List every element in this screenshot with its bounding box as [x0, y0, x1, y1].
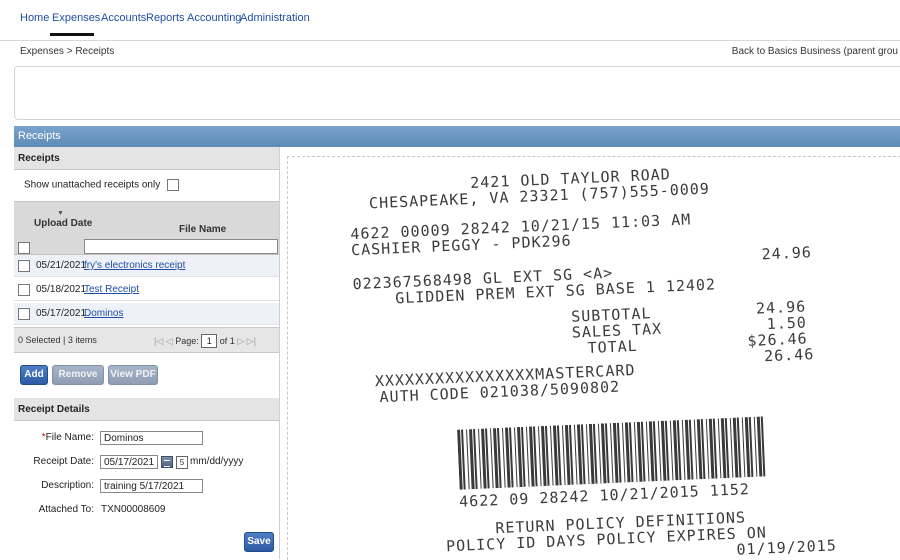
- nav-administration[interactable]: Administration: [240, 12, 310, 24]
- file-name-filter-input[interactable]: [84, 239, 278, 254]
- date-format-hint: mm/dd/yyyy: [190, 456, 244, 467]
- barcode-stripe: [657, 420, 662, 481]
- barcode-stripe: [597, 423, 602, 484]
- last-page-icon[interactable]: ▷|: [247, 336, 256, 346]
- add-button[interactable]: Add: [20, 365, 48, 385]
- column-upload-date[interactable]: Upload Date: [34, 218, 92, 229]
- select-all-checkbox[interactable]: [18, 242, 30, 254]
- row-upload-date: 05/21/2021: [36, 260, 87, 271]
- barcode-stripe: [729, 417, 734, 478]
- description-label: Description:: [41, 480, 94, 491]
- barcode-stripe: [478, 428, 482, 489]
- row-checkbox[interactable]: [18, 260, 30, 272]
- date-picker-icon[interactable]: 5: [176, 456, 188, 469]
- show-unattached-row: Show unattached receipts only: [24, 179, 179, 191]
- row-file-link[interactable]: Test Receipt: [84, 284, 139, 295]
- nav-reports[interactable]: Reports: [146, 12, 185, 24]
- receipt-date-label: Receipt Date:: [33, 456, 94, 467]
- top-navigation: Home Expenses Accounts Reports Accountin…: [0, 0, 900, 40]
- band-title: Receipts: [18, 130, 61, 142]
- page-of-label: of 1: [219, 336, 235, 346]
- file-name-label: *File Name:: [41, 432, 94, 443]
- show-unattached-label: Show unattached receipts only: [24, 179, 161, 191]
- receipt-barcode: [457, 416, 766, 490]
- receipt-line: 24.96: [761, 243, 813, 264]
- sort-down-icon[interactable]: ▼: [57, 210, 64, 217]
- save-button[interactable]: Save: [244, 532, 274, 552]
- barcode-stripe: [741, 417, 746, 478]
- view-pdf-button[interactable]: View PDF: [108, 365, 158, 385]
- barcode-stripe: [585, 424, 590, 485]
- barcode-stripe: [681, 419, 686, 480]
- next-page-icon[interactable]: ▷: [237, 336, 244, 346]
- calendar-icon[interactable]: [161, 456, 173, 468]
- row-upload-date: 05/18/2021: [36, 284, 87, 295]
- row-file-link[interactable]: Dominos: [84, 308, 123, 319]
- barcode-stripe: [609, 423, 614, 484]
- receipt-image-viewer: 2421 OLD TAYLOR ROAD CHESAPEAKE, VA 2332…: [287, 156, 900, 560]
- barcode-stripe: [525, 426, 530, 487]
- grid-pager: 0 Selected | 3 items |◁ ◁ Page: 1 of 1 ▷…: [14, 327, 279, 353]
- barcode-stripe: [502, 427, 506, 488]
- nav-accounts[interactable]: Accounts: [101, 12, 146, 24]
- barcode-stripe: [621, 422, 626, 483]
- organization-name[interactable]: Back to Basics Business (parent grou: [732, 46, 898, 57]
- attached-to-label: Attached To:: [38, 504, 94, 515]
- receipts-band: Receipts: [14, 126, 900, 147]
- selection-count: 0 Selected | 3 items: [18, 335, 97, 345]
- row-checkbox[interactable]: [18, 308, 30, 320]
- barcode-stripe: [513, 427, 518, 488]
- receipt-details-title: Receipt Details: [18, 404, 90, 415]
- barcode-stripe: [490, 428, 494, 489]
- receipt-date-input[interactable]: 05/17/2021: [100, 455, 158, 469]
- barcode-stripe: [549, 425, 554, 486]
- receipt-line: 26.46: [763, 345, 815, 366]
- prev-page-icon[interactable]: ◁: [166, 336, 173, 346]
- top-divider: [0, 40, 900, 41]
- table-row[interactable]: 05/17/2021 Dominos: [14, 303, 279, 325]
- receipts-section-header: Receipts: [14, 147, 279, 170]
- table-row[interactable]: 05/18/2021 Test Receipt: [14, 279, 279, 301]
- description-input[interactable]: training 5/17/2021: [100, 479, 203, 493]
- barcode-stripe: [669, 420, 674, 481]
- barcode-stripe: [561, 425, 566, 486]
- nav-expenses[interactable]: Expenses: [52, 12, 100, 24]
- receipts-section-title: Receipts: [18, 153, 60, 164]
- empty-panel: [14, 66, 900, 120]
- receipt-line: 01/19/2015: [736, 536, 838, 559]
- receipt-line: TOTAL: [587, 336, 639, 357]
- receipts-grid-header: ▼ Upload Date File Name: [14, 201, 279, 255]
- barcode-stripe: [693, 419, 698, 480]
- barcode-stripe: [466, 429, 470, 490]
- receipts-sidebar: Receipts Show unattached receipts only ▼…: [14, 147, 280, 559]
- row-upload-date: 05/17/2021: [36, 308, 87, 319]
- row-checkbox[interactable]: [18, 284, 30, 296]
- table-row[interactable]: 05/21/2021 fry's electronics receipt: [14, 255, 279, 277]
- receipt-details-header: Receipt Details: [14, 398, 279, 421]
- page-number-input[interactable]: 1: [201, 334, 218, 348]
- file-name-input[interactable]: Dominos: [100, 431, 203, 445]
- active-tab-indicator: [50, 33, 94, 36]
- barcode-stripe: [645, 421, 650, 482]
- barcode-stripe: [633, 422, 638, 483]
- first-page-icon[interactable]: |◁: [154, 336, 163, 346]
- show-unattached-checkbox[interactable]: [166, 179, 179, 191]
- row-file-link[interactable]: fry's electronics receipt: [84, 260, 185, 271]
- column-file-name[interactable]: File Name: [179, 224, 226, 235]
- remove-button[interactable]: Remove: [52, 365, 104, 385]
- attached-to-value: TXN00008609: [101, 504, 166, 515]
- page-label: Page:: [175, 336, 199, 346]
- barcode-stripe: [717, 418, 722, 479]
- barcode-stripe: [705, 418, 710, 479]
- breadcrumb: Expenses > Receipts: [20, 46, 115, 57]
- receipt-image: 2421 OLD TAYLOR ROAD CHESAPEAKE, VA 2332…: [288, 157, 900, 560]
- pager-controls: |◁ ◁ Page: 1 of 1 ▷ ▷|: [154, 334, 256, 348]
- nav-accounting[interactable]: Accounting: [187, 12, 241, 24]
- barcode-stripe: [753, 416, 758, 477]
- barcode-stripe: [573, 424, 578, 485]
- nav-home[interactable]: Home: [20, 12, 49, 24]
- barcode-stripe: [537, 426, 542, 487]
